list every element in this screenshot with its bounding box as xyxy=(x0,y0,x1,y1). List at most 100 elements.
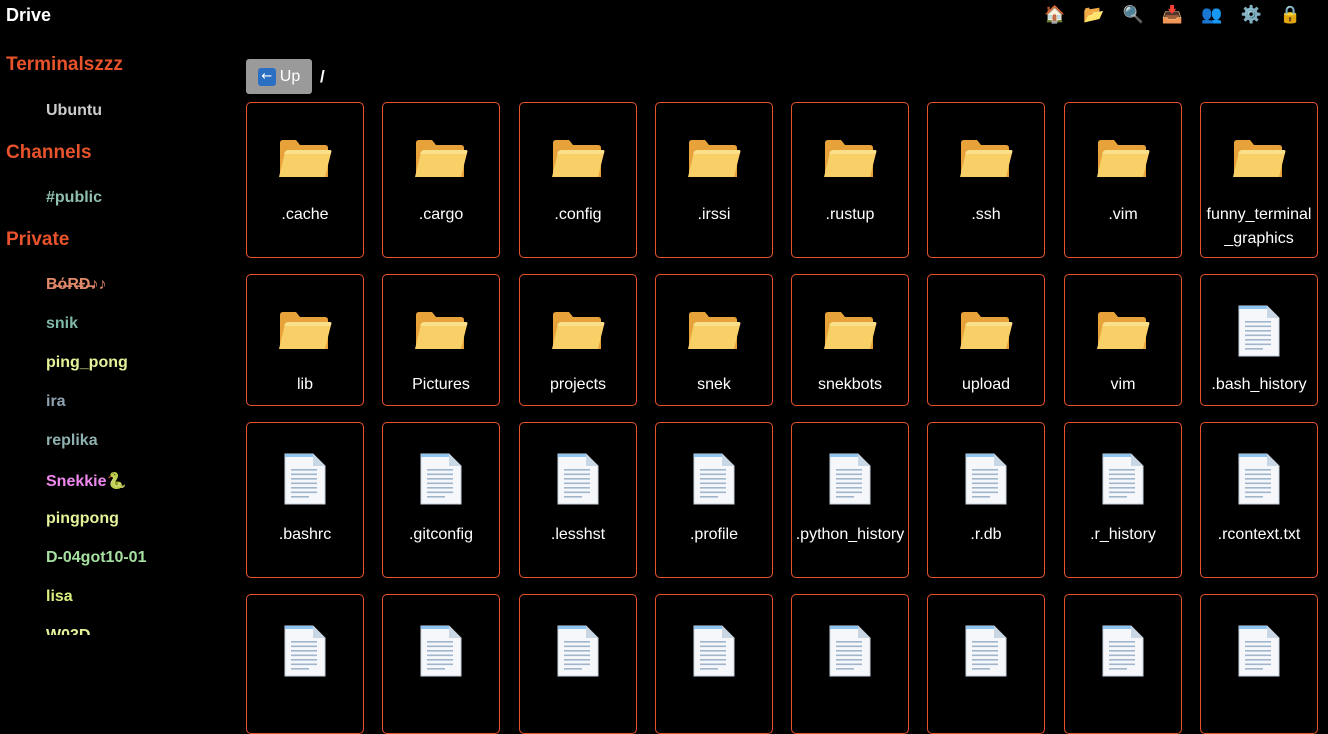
users-icon[interactable]: 👥 xyxy=(1192,4,1231,26)
folder-tile[interactable]: .cache xyxy=(246,102,364,258)
inbox-icon[interactable]: 📥 xyxy=(1153,4,1192,26)
folder-icon xyxy=(520,131,636,187)
file-name: .cache xyxy=(281,206,329,223)
file-icon xyxy=(1201,451,1317,507)
sidebar-item[interactable]: lisa xyxy=(46,588,73,606)
folder-tile[interactable]: .rustup xyxy=(791,102,909,258)
folder-tile[interactable]: funny_terminal_graphics xyxy=(1200,102,1318,258)
sidebar-item[interactable]: ping_pong xyxy=(46,354,128,372)
file-name: .gitconfig xyxy=(408,526,474,543)
file-name: .bashrc xyxy=(278,526,332,543)
file-icon xyxy=(520,623,636,679)
file-name: funny_terminal_graphics xyxy=(1206,206,1312,247)
file-tile[interactable] xyxy=(927,594,1045,734)
file-tile[interactable]: .lesshst xyxy=(519,422,637,578)
sidebar-item[interactable]: Ubuntu xyxy=(46,102,102,120)
file-name: snek xyxy=(697,376,731,393)
folder-tile[interactable]: projects xyxy=(519,274,637,406)
file-tile[interactable] xyxy=(246,594,364,734)
file-name: .irssi xyxy=(697,206,731,223)
folder-tile[interactable]: .ssh xyxy=(927,102,1045,258)
folder-icon xyxy=(792,303,908,359)
sidebar-section-private: Private xyxy=(6,229,70,250)
file-tile[interactable]: .bash_history xyxy=(1200,274,1318,406)
sidebar-item[interactable]: snik xyxy=(46,315,78,333)
sidebar-item[interactable]: Snekkie🐍 xyxy=(46,471,126,491)
sidebar-item[interactable]: #public xyxy=(46,189,102,207)
file-tile[interactable]: .r.db xyxy=(927,422,1045,578)
sidebar-item[interactable]: ira xyxy=(46,393,66,411)
file-name: .python_history xyxy=(795,526,905,543)
folder-icon xyxy=(656,131,772,187)
file-name: .ssh xyxy=(971,206,1001,223)
file-tile[interactable] xyxy=(655,594,773,734)
folder-tile[interactable]: lib xyxy=(246,274,364,406)
file-name: .config xyxy=(554,206,602,223)
toolbar-icons: 🏠 📂 🔍 📥 👥 ⚙️ 🔒 xyxy=(1035,4,1310,26)
file-icon xyxy=(1065,451,1181,507)
file-tile[interactable] xyxy=(519,594,637,734)
sidebar-item[interactable]: B̶ό̶R̶Ð̶♪♪ xyxy=(46,276,106,294)
folder-icon xyxy=(247,303,363,359)
folder-tile[interactable]: snekbots xyxy=(791,274,909,406)
folder-icon[interactable]: 📂 xyxy=(1074,4,1113,26)
file-name: projects xyxy=(549,376,607,393)
folder-tile[interactable]: .vim xyxy=(1064,102,1182,258)
file-name: .rustup xyxy=(825,206,875,223)
file-icon xyxy=(383,451,499,507)
file-name: snekbots xyxy=(817,376,883,393)
sidebar-item[interactable]: replika xyxy=(46,432,98,450)
file-tile[interactable] xyxy=(791,594,909,734)
lock-icon[interactable]: 🔒 xyxy=(1271,4,1310,26)
sidebar-item[interactable]: pingpong xyxy=(46,510,119,528)
folder-tile[interactable]: .cargo xyxy=(382,102,500,258)
folder-tile[interactable]: snek xyxy=(655,274,773,406)
file-icon xyxy=(247,623,363,679)
home-icon[interactable]: 🏠 xyxy=(1035,4,1074,26)
file-icon xyxy=(656,451,772,507)
file-name: Pictures xyxy=(412,376,470,393)
file-tile[interactable]: .python_history xyxy=(791,422,909,578)
folder-icon xyxy=(656,303,772,359)
folder-icon xyxy=(1065,131,1181,187)
folder-tile[interactable]: .irssi xyxy=(655,102,773,258)
file-icon xyxy=(1201,623,1317,679)
folder-tile[interactable]: upload xyxy=(927,274,1045,406)
file-icon xyxy=(928,623,1044,679)
folder-tile[interactable]: vim xyxy=(1064,274,1182,406)
folder-tile[interactable]: .config xyxy=(519,102,637,258)
file-tile[interactable] xyxy=(1064,594,1182,734)
file-tile[interactable]: .profile xyxy=(655,422,773,578)
sidebar: Terminalszzz Ubuntu Channels #public Private… xyxy=(0,40,230,635)
settings-icon[interactable]: ⚙️ xyxy=(1231,4,1270,26)
sidebar-section-channels: Channels xyxy=(6,142,92,163)
up-button-label: Up xyxy=(279,67,301,85)
up-button[interactable]: ← Up xyxy=(246,59,312,94)
sidebar-section-terminalszzz: Terminalszzz xyxy=(6,54,123,75)
sidebar-item[interactable]: W03D xyxy=(46,627,90,635)
file-name: vim xyxy=(1110,376,1136,393)
file-icon xyxy=(383,623,499,679)
file-tile[interactable] xyxy=(1200,594,1318,734)
folder-icon xyxy=(1065,303,1181,359)
folder-icon xyxy=(1201,131,1317,187)
file-tile[interactable] xyxy=(382,594,500,734)
file-tile[interactable]: .bashrc xyxy=(246,422,364,578)
file-tile[interactable]: .rcontext.txt xyxy=(1200,422,1318,578)
app-title: Drive xyxy=(6,5,52,25)
file-name: .bash_history xyxy=(1211,376,1307,393)
folder-tile[interactable]: Pictures xyxy=(382,274,500,406)
sidebar-item[interactable]: D-04got10-01 xyxy=(46,549,146,567)
search-icon[interactable]: 🔍 xyxy=(1114,4,1153,26)
file-name: .rcontext.txt xyxy=(1217,526,1301,543)
file-icon xyxy=(656,623,772,679)
file-icon xyxy=(520,451,636,507)
folder-icon xyxy=(928,303,1044,359)
file-tile[interactable]: .gitconfig xyxy=(382,422,500,578)
file-icon xyxy=(1065,623,1181,679)
folder-icon xyxy=(247,131,363,187)
file-icon xyxy=(928,451,1044,507)
file-name: .vim xyxy=(1108,206,1138,223)
file-icon xyxy=(792,451,908,507)
file-tile[interactable]: .r_history xyxy=(1064,422,1182,578)
